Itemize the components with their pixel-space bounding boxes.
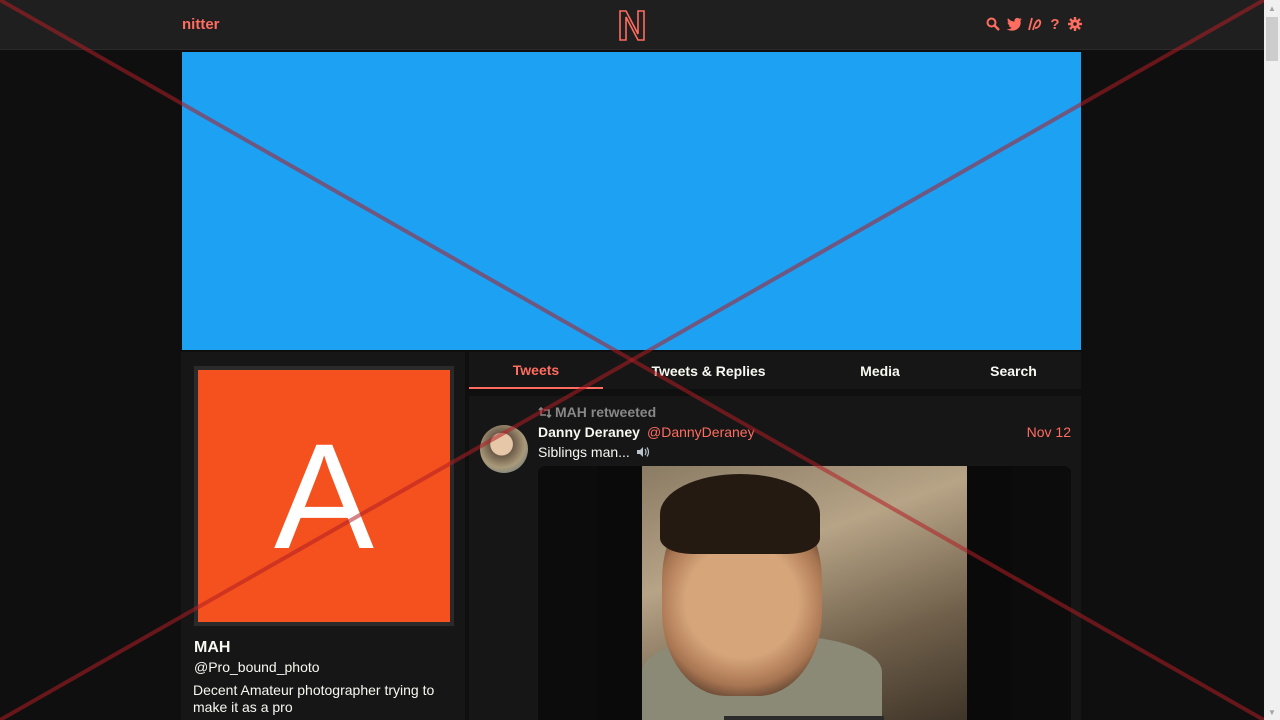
tab-media[interactable]: Media: [814, 352, 946, 389]
nitter-home-link[interactable]: nitter: [182, 16, 220, 33]
video-control-bar[interactable]: [724, 716, 884, 720]
rss-icon[interactable]: [1028, 16, 1042, 32]
speaker-icon: [636, 447, 649, 457]
timeline-tabs: Tweets Tweets & Replies Media Search: [469, 352, 1081, 389]
tweet-text: Siblings man...: [538, 444, 630, 460]
profile-card: A MAH @Pro_bound_photo Decent Amateur ph…: [181, 352, 465, 720]
search-icon[interactable]: [986, 16, 1000, 32]
tweet-fullname[interactable]: Danny Deraney: [538, 424, 640, 440]
page-scrollbar[interactable]: ▲ ▼: [1264, 0, 1280, 720]
scroll-down-arrow-icon[interactable]: ▼: [1264, 704, 1280, 720]
profile-username[interactable]: @Pro_bound_photo: [194, 659, 320, 675]
video-frame[interactable]: [642, 466, 967, 720]
scrollbar-thumb[interactable]: [1266, 17, 1278, 61]
profile-avatar-frame: A: [194, 366, 454, 626]
video-letterbox-left: [597, 466, 642, 720]
profile-banner[interactable]: [181, 51, 1082, 351]
tab-tweets[interactable]: Tweets: [469, 352, 603, 389]
nav-icon-group: ?: [986, 16, 1082, 33]
timeline-item[interactable]: MAH retweeted Danny Deraney @DannyDerane…: [469, 396, 1081, 720]
gear-icon[interactable]: [1068, 16, 1082, 32]
profile-bio: Decent Amateur photographer trying to ma…: [193, 682, 435, 715]
navbar: nitter ?: [0, 0, 1264, 50]
scroll-up-arrow-icon[interactable]: ▲: [1264, 0, 1280, 16]
twitter-bird-icon[interactable]: [1006, 16, 1022, 32]
profile-avatar[interactable]: A: [198, 370, 450, 622]
profile-fullname[interactable]: MAH: [194, 639, 230, 657]
help-icon[interactable]: ?: [1048, 16, 1062, 33]
tweet-video[interactable]: [538, 466, 1071, 720]
tab-search[interactable]: Search: [946, 352, 1081, 389]
tweet-avatar[interactable]: [480, 425, 528, 473]
tweet-date[interactable]: Nov 12: [1027, 424, 1071, 440]
retweet-label: MAH retweeted: [555, 404, 657, 420]
retweet-icon: [538, 406, 552, 418]
tab-tweets-replies[interactable]: Tweets & Replies: [603, 352, 814, 389]
tweet-username[interactable]: @DannyDeraney: [647, 424, 755, 440]
video-letterbox-right: [967, 466, 1012, 720]
video-subject-hair: [660, 474, 820, 554]
tweet-content: Siblings man...: [538, 444, 650, 460]
nitter-logo-icon[interactable]: [617, 8, 647, 42]
retweet-header: MAH retweeted: [538, 404, 656, 420]
